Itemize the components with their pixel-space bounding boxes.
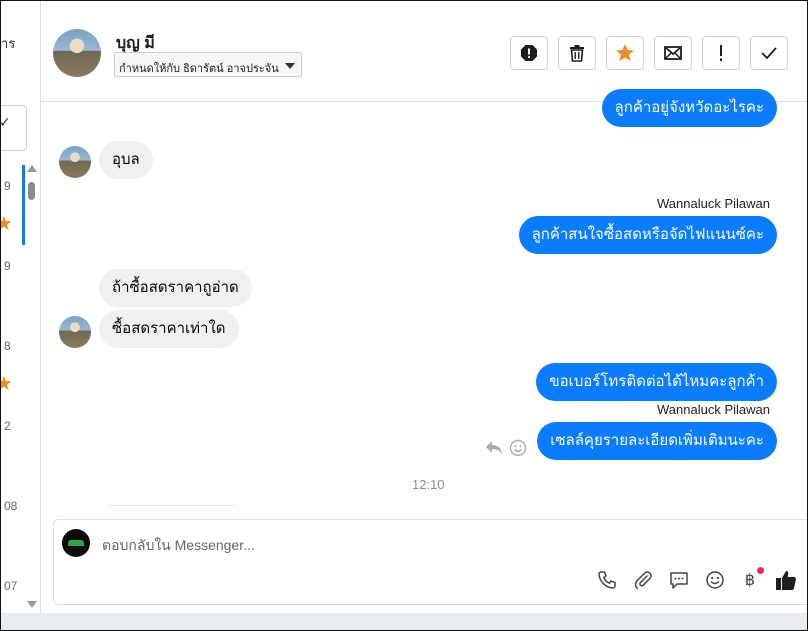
message-bubble-outgoing[interactable]: ลูกค้าสนใจซื้อสดหรือจัดไฟแนนซ์คะ [518, 216, 777, 254]
emoji-icon[interactable] [704, 569, 726, 591]
spam-icon [521, 45, 537, 61]
list-item-time[interactable]: 8 [4, 339, 11, 353]
exclamation-icon [720, 45, 722, 61]
inbox-window: าร ✓ 9 ★ 9 8 ★ 2 08 07 บุญ มี กำหนดให้กั… [0, 0, 808, 631]
mark-spam-button[interactable] [510, 36, 548, 70]
mark-unread-button[interactable] [654, 36, 692, 70]
status-band [1, 613, 807, 630]
baht-icon[interactable]: ฿ [739, 567, 764, 591]
mark-done-button[interactable] [750, 36, 788, 70]
list-item-time[interactable]: 07 [4, 579, 17, 593]
delete-button[interactable] [558, 36, 596, 70]
list-item-time[interactable]: 08 [4, 499, 17, 513]
scroll-down-arrow-icon[interactable] [27, 601, 37, 608]
react-emoji-icon[interactable] [509, 439, 527, 457]
message-timestamp: 12:10 [412, 477, 445, 492]
contact-avatar[interactable] [59, 316, 91, 348]
envelope-icon [664, 46, 682, 60]
star-icon [616, 44, 634, 61]
list-item-time[interactable]: 9 [4, 259, 11, 273]
reply-input[interactable] [102, 537, 522, 553]
divider [109, 505, 237, 506]
phone-icon[interactable] [596, 569, 618, 591]
contact-avatar[interactable] [53, 29, 101, 77]
message-bubble-incoming[interactable]: ซื้อสดราคาเท่าใด [99, 310, 239, 348]
sender-name: Wannaluck Pilawan [657, 196, 770, 211]
assign-dropdown[interactable]: กำหนดให้กับ ธิดารัตน์ อาจประจัน [114, 52, 302, 77]
trash-icon [570, 45, 584, 62]
list-scrollbar[interactable] [25, 165, 39, 615]
reply-icon[interactable] [485, 439, 503, 455]
scroll-up-arrow-icon[interactable] [27, 165, 37, 172]
thumbs-up-icon[interactable] [775, 569, 797, 591]
page-avatar [62, 529, 90, 557]
list-item-time[interactable]: 2 [4, 419, 11, 433]
sender-name: Wannaluck Pilawan [657, 402, 770, 417]
check-icon [761, 47, 777, 59]
message-composer: ฿ [53, 519, 807, 605]
check-icon: ✓ [1, 114, 11, 131]
notification-dot [757, 567, 764, 574]
follow-up-button[interactable] [702, 36, 740, 70]
caret-down-icon [285, 63, 295, 69]
star-button[interactable] [606, 36, 644, 70]
message-bubble-outgoing[interactable]: ลูกค้าอยู่จังหวัดอะไรคะ [601, 89, 777, 127]
list-header-label: าร [1, 36, 16, 51]
conversation-list: าร ✓ 9 ★ 9 8 ★ 2 08 07 [1, 1, 41, 630]
scroll-thumb[interactable] [28, 182, 35, 200]
conversation-header: บุญ มี กำหนดให้กับ ธิดารัตน์ อาจประจัน [41, 1, 807, 102]
message-bubble-outgoing[interactable]: เซลล์คุยรายละเอียดเพิ่มเติมนะคะ [537, 422, 777, 460]
baht-symbol: ฿ [744, 572, 756, 589]
assigned-to-label: กำหนดให้กับ ธิดารัตน์ อาจประจัน [119, 63, 279, 75]
message-bubble-incoming[interactable]: อุบล [99, 141, 153, 179]
chat-bubble-icon[interactable] [668, 569, 690, 591]
star-icon[interactable]: ★ [1, 371, 13, 396]
message-bubble-outgoing[interactable]: ขอเบอร์โทรติดต่อได้ไหมคะลูกค้า [536, 363, 777, 401]
list-item-time[interactable]: 9 [4, 179, 11, 193]
star-icon[interactable]: ★ [1, 211, 13, 236]
paperclip-icon[interactable] [632, 569, 654, 591]
message-bubble-incoming[interactable]: ถ้าซื้อสดราคาถูอ่าด [99, 269, 252, 307]
contact-avatar[interactable] [59, 146, 91, 178]
